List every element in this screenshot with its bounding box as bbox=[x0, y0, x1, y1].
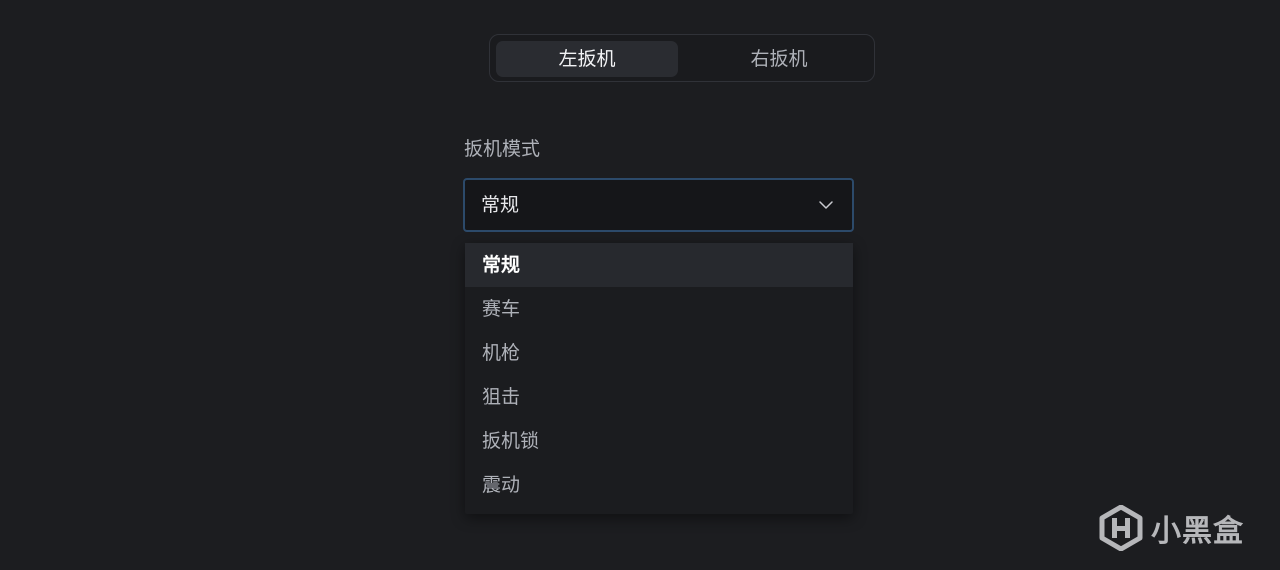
trigger-mode-dropdown: 常规 赛车 机枪 狙击 扳机锁 震动 bbox=[465, 243, 853, 514]
trigger-tab-switcher: 左扳机 右扳机 bbox=[489, 34, 875, 82]
trigger-mode-label: 扳机模式 bbox=[464, 138, 541, 160]
option-machine-gun[interactable]: 机枪 bbox=[465, 331, 853, 375]
option-trigger-lock[interactable]: 扳机锁 bbox=[465, 419, 853, 463]
watermark-text: 小黑盒 bbox=[1151, 514, 1244, 549]
watermark: 小黑盒 bbox=[1099, 504, 1244, 552]
tab-left-trigger[interactable]: 左扳机 bbox=[496, 41, 678, 77]
chevron-down-icon bbox=[819, 201, 833, 209]
heybox-logo-icon bbox=[1099, 505, 1143, 551]
option-racing[interactable]: 赛车 bbox=[465, 287, 853, 331]
trigger-mode-select[interactable]: 常规 bbox=[463, 178, 854, 232]
option-vibration[interactable]: 震动 bbox=[465, 463, 853, 507]
tab-right-trigger[interactable]: 右扳机 bbox=[688, 41, 870, 77]
trigger-mode-selected-value: 常规 bbox=[481, 194, 520, 216]
option-normal[interactable]: 常规 bbox=[465, 243, 853, 287]
option-sniper[interactable]: 狙击 bbox=[465, 375, 853, 419]
